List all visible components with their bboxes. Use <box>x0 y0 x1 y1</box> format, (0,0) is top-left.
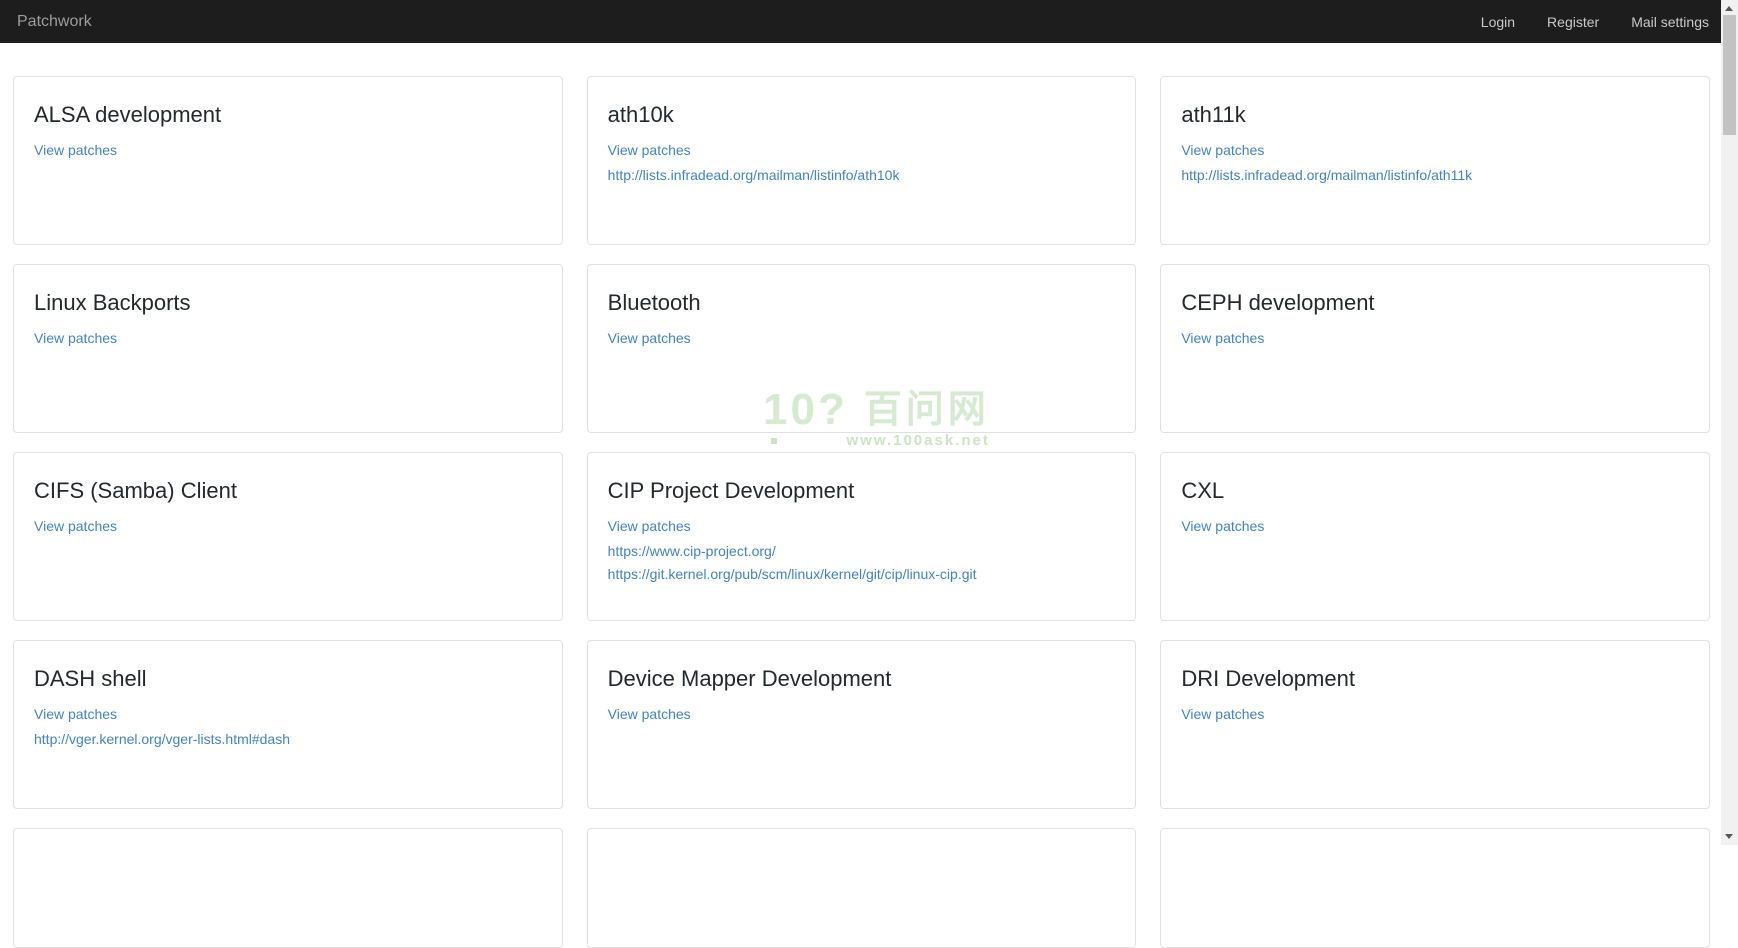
project-title: CEPH development <box>1181 290 1689 316</box>
project-card-partial <box>587 828 1137 948</box>
scroll-down-icon[interactable] <box>1725 834 1733 839</box>
view-patches-link[interactable]: View patches <box>608 330 1116 346</box>
project-card: CIFS (Samba) Client View patches <box>13 452 563 621</box>
register-link[interactable]: Register <box>1547 14 1599 30</box>
project-website-link[interactable]: http://lists.infradead.org/mailman/listi… <box>1181 167 1689 183</box>
project-title: CIFS (Samba) Client <box>34 478 542 504</box>
navbar: Patchwork Login Register Mail settings <box>0 0 1721 43</box>
project-card: CEPH development View patches <box>1160 264 1710 433</box>
navbar-links: Login Register Mail settings <box>1481 14 1709 30</box>
project-title: ath11k <box>1181 102 1689 128</box>
scrollbar[interactable] <box>1721 0 1738 845</box>
project-title: ALSA development <box>34 102 542 128</box>
project-title: CXL <box>1181 478 1689 504</box>
view-patches-link[interactable]: View patches <box>1181 706 1689 722</box>
project-card: DRI Development View patches <box>1160 640 1710 809</box>
login-link[interactable]: Login <box>1481 14 1515 30</box>
project-card: Device Mapper Development View patches <box>587 640 1137 809</box>
project-card: Bluetooth View patches <box>587 264 1137 433</box>
project-title: DRI Development <box>1181 666 1689 692</box>
project-card: DASH shell View patches http://vger.kern… <box>13 640 563 809</box>
scrollbar-thumb[interactable] <box>1723 15 1736 135</box>
scroll-up-icon[interactable] <box>1725 6 1733 11</box>
brand-link[interactable]: Patchwork <box>17 13 92 31</box>
project-card: ath11k View patches http://lists.infrade… <box>1160 76 1710 245</box>
project-card-partial <box>1160 828 1710 948</box>
project-website-link[interactable]: https://git.kernel.org/pub/scm/linux/ker… <box>608 566 1116 582</box>
view-patches-link[interactable]: View patches <box>1181 330 1689 346</box>
project-website-link[interactable]: http://vger.kernel.org/vger-lists.html#d… <box>34 731 542 747</box>
view-patches-link[interactable]: View patches <box>34 142 542 158</box>
project-title: Bluetooth <box>608 290 1116 316</box>
view-patches-link[interactable]: View patches <box>34 706 542 722</box>
project-card: Linux Backports View patches <box>13 264 563 433</box>
view-patches-link[interactable]: View patches <box>1181 142 1689 158</box>
project-card: ath10k View patches http://lists.infrade… <box>587 76 1137 245</box>
view-patches-link[interactable]: View patches <box>608 142 1116 158</box>
project-card: ALSA development View patches <box>13 76 563 245</box>
project-title: CIP Project Development <box>608 478 1116 504</box>
project-title: Linux Backports <box>34 290 542 316</box>
view-patches-link[interactable]: View patches <box>608 706 1116 722</box>
view-patches-link[interactable]: View patches <box>34 330 542 346</box>
project-grid: ALSA development View patches ath10k Vie… <box>13 76 1710 948</box>
view-patches-link[interactable]: View patches <box>608 518 1116 534</box>
project-website-link[interactable]: http://lists.infradead.org/mailman/listi… <box>608 167 1116 183</box>
project-card: CXL View patches <box>1160 452 1710 621</box>
project-card: CIP Project Development View patches htt… <box>587 452 1137 621</box>
project-card-partial <box>13 828 563 948</box>
view-patches-link[interactable]: View patches <box>34 518 542 534</box>
project-title: Device Mapper Development <box>608 666 1116 692</box>
project-title: DASH shell <box>34 666 542 692</box>
mail-settings-link[interactable]: Mail settings <box>1631 14 1709 30</box>
project-website-link[interactable]: https://www.cip-project.org/ <box>608 543 1116 559</box>
view-patches-link[interactable]: View patches <box>1181 518 1689 534</box>
project-title: ath10k <box>608 102 1116 128</box>
